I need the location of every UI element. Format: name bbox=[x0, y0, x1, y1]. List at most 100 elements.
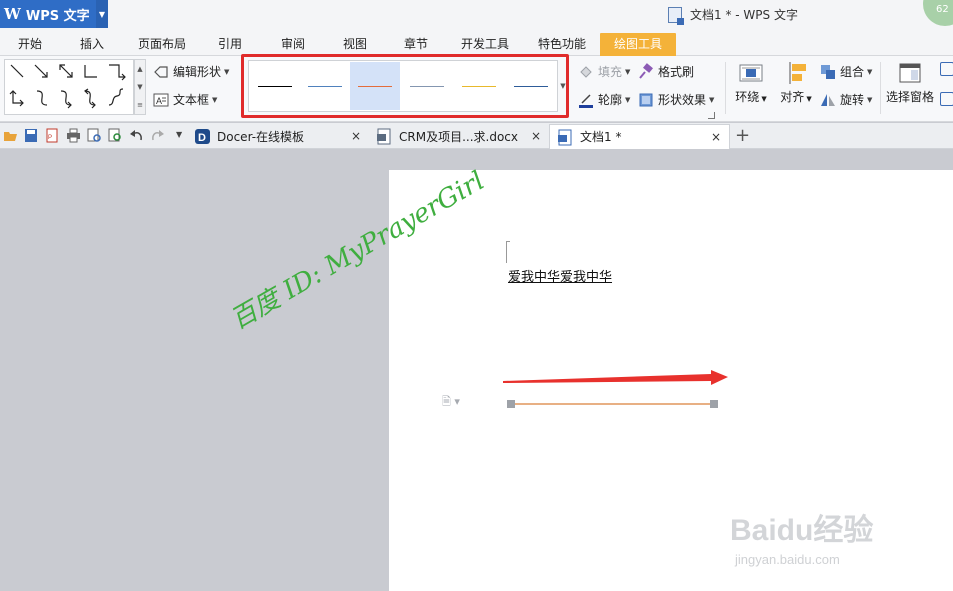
arrow-line-icon bbox=[34, 64, 48, 78]
wrap-label: 环绕 bbox=[735, 90, 760, 104]
chevron-down-icon: ▼ bbox=[759, 95, 767, 103]
fill-label: 填充 bbox=[598, 65, 623, 79]
tab-home[interactable]: 开始 bbox=[18, 33, 42, 56]
format-painter-button[interactable]: 格式刷 bbox=[638, 62, 694, 82]
baidu-jingyan-watermark: Baidu经验 bbox=[730, 514, 874, 547]
window-title: 文档1 * - WPS 文字 bbox=[668, 6, 798, 25]
dialog-launcher-icon[interactable] bbox=[708, 112, 715, 119]
chevron-down-icon: ▼ bbox=[625, 96, 631, 104]
close-icon[interactable]: × bbox=[351, 124, 361, 148]
shape-effects-button[interactable]: 形状效果 ▼ bbox=[638, 90, 714, 110]
doc-tab-crm[interactable]: CRM及项目...求.docx × bbox=[369, 124, 549, 149]
fill-button[interactable]: 填充 ▼ bbox=[578, 62, 630, 82]
group-label: 组合 bbox=[840, 65, 865, 79]
document-body-text[interactable]: 爱我中华爱我中华 bbox=[508, 266, 612, 285]
svg-text:A: A bbox=[156, 96, 162, 106]
doc-tab-label: CRM及项目...求.docx bbox=[399, 129, 518, 144]
document-tab-bar: P ▼ D Docer-在线模板 × CRM及项目...求.docx × 文档1… bbox=[0, 123, 953, 149]
doc-tab-document1[interactable]: 文档1 * × bbox=[549, 124, 730, 149]
quick-access-dropdown-icon[interactable]: ▼ bbox=[176, 130, 182, 139]
selection-pane-label: 选择窗格 bbox=[885, 90, 934, 104]
wps-app-button[interactable]: W WPS 文字 bbox=[0, 0, 96, 28]
tab-sections[interactable]: 章节 bbox=[404, 33, 428, 56]
elbow-double-arrow-icon bbox=[9, 90, 24, 107]
text-box-icon: A bbox=[153, 92, 169, 108]
group-button[interactable]: 组合 ▼ bbox=[820, 62, 872, 82]
shapes-gallery-scroll[interactable]: ▲ ▼ ≡ bbox=[134, 59, 146, 115]
menu-bar: 开始 插入 页面布局 引用 审阅 视图 章节 开发工具 特色功能 绘图工具 bbox=[0, 30, 953, 56]
double-arrow-line-icon bbox=[59, 64, 73, 78]
new-tab-button[interactable]: + bbox=[735, 125, 750, 146]
gallery-more-icon[interactable]: ≡ bbox=[135, 96, 145, 114]
tab-references[interactable]: 引用 bbox=[218, 33, 242, 56]
selection-pane-icon bbox=[899, 62, 921, 84]
text-box-button[interactable]: A 文本框 ▼ bbox=[153, 90, 217, 110]
chevron-down-icon: ▼ bbox=[804, 95, 812, 103]
annotation-highlight-box bbox=[241, 54, 569, 118]
export-pdf-icon[interactable]: P bbox=[46, 128, 59, 143]
redo-icon[interactable] bbox=[151, 129, 164, 142]
tab-insert[interactable]: 插入 bbox=[80, 33, 104, 56]
edit-shape-button[interactable]: 编辑形状 ▼ bbox=[153, 62, 229, 82]
partial-ribbon-icon[interactable] bbox=[940, 62, 953, 76]
selection-pane-button[interactable]: 选择窗格 bbox=[884, 62, 936, 116]
save-icon[interactable] bbox=[25, 129, 38, 142]
word-document-icon bbox=[558, 129, 573, 145]
svg-text:P: P bbox=[48, 135, 52, 141]
shape-effects-icon bbox=[638, 92, 654, 108]
ribbon-divider bbox=[880, 62, 881, 114]
preview-icon[interactable] bbox=[108, 128, 122, 142]
tab-special-features[interactable]: 特色功能 bbox=[538, 33, 586, 56]
close-icon[interactable]: × bbox=[531, 124, 541, 148]
line-shapes-icons bbox=[9, 64, 126, 109]
chevron-down-icon: ▼ bbox=[625, 68, 631, 76]
align-icon bbox=[785, 62, 807, 84]
close-icon[interactable]: × bbox=[711, 125, 721, 149]
print-icon[interactable] bbox=[67, 128, 80, 143]
title-bar: W WPS 文字 ▼ 文档1 * - WPS 文字 62 bbox=[0, 0, 953, 30]
baidu-url-watermark: jingyan.baidu.com bbox=[735, 552, 840, 567]
rotate-icon bbox=[820, 92, 836, 108]
docer-icon: D bbox=[195, 129, 210, 144]
edit-shape-icon bbox=[153, 64, 169, 80]
doc-tab-docer[interactable]: D Docer-在线模板 × bbox=[187, 124, 369, 149]
rotate-label: 旋转 bbox=[840, 93, 865, 107]
text-box-label: 文本框 bbox=[173, 93, 210, 107]
window-title-text: 文档1 * - WPS 文字 bbox=[690, 8, 798, 22]
tab-page-layout[interactable]: 页面布局 bbox=[138, 33, 186, 56]
line-shapes-gallery bbox=[4, 59, 134, 115]
scroll-down-icon[interactable]: ▼ bbox=[135, 78, 145, 96]
scroll-up-icon[interactable]: ▲ bbox=[135, 60, 145, 78]
speed-badge[interactable]: 62 bbox=[923, 0, 953, 26]
print-preview-icon[interactable] bbox=[87, 128, 101, 142]
curved-connector-icon bbox=[36, 90, 48, 106]
outline-pen-icon bbox=[578, 92, 594, 108]
chevron-down-icon: ▼ bbox=[224, 68, 230, 76]
partial-ribbon-icon[interactable] bbox=[940, 92, 953, 106]
tab-review[interactable]: 审阅 bbox=[281, 33, 305, 56]
line-icon bbox=[10, 64, 24, 78]
chevron-down-icon: ▼ bbox=[867, 68, 873, 76]
shape-effects-label: 形状效果 bbox=[658, 93, 707, 107]
tab-view[interactable]: 视图 bbox=[343, 33, 367, 56]
wrap-button[interactable]: 环绕 ▼ bbox=[732, 62, 770, 116]
doc-tab-label: Docer-在线模板 bbox=[217, 129, 305, 144]
elbow-connector-icon bbox=[84, 65, 97, 78]
chevron-down-icon: ▼ bbox=[212, 96, 218, 104]
undo-icon[interactable] bbox=[130, 129, 143, 142]
rotate-button[interactable]: 旋转 ▼ bbox=[820, 90, 872, 110]
document-icon bbox=[668, 6, 684, 25]
tab-developer[interactable]: 开发工具 bbox=[461, 33, 509, 56]
paragraph-options-icon[interactable]: 🗎 ▾ bbox=[442, 393, 460, 412]
wps-menu-dropdown-icon[interactable]: ▼ bbox=[96, 0, 108, 28]
svg-text:D: D bbox=[198, 132, 206, 144]
chevron-down-icon: ▼ bbox=[709, 96, 715, 104]
ribbon-divider bbox=[725, 62, 726, 114]
open-folder-icon[interactable] bbox=[4, 129, 17, 142]
tab-drawing-tools[interactable]: 绘图工具 bbox=[600, 33, 677, 56]
align-button[interactable]: 对齐 ▼ bbox=[777, 62, 815, 116]
outline-button[interactable]: 轮廓 ▼ bbox=[578, 90, 630, 110]
curved-arrow-connector-icon bbox=[60, 90, 72, 109]
wps-logo-icon: W bbox=[4, 5, 21, 23]
wrap-text-icon bbox=[739, 62, 763, 84]
